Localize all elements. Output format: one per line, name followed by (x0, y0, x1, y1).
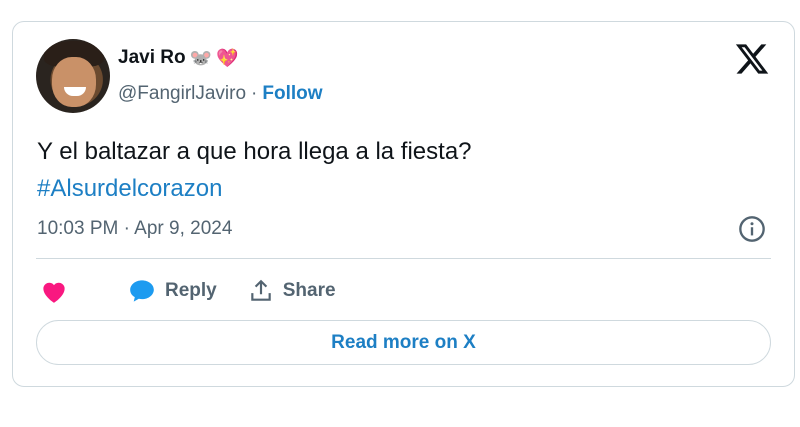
divider (36, 258, 771, 259)
follow-button[interactable]: Follow (262, 83, 322, 105)
tweet-card: Javi Ro 🐭 💖 @FangirlJaviro · Follow Y el… (12, 21, 795, 387)
like-button[interactable] (39, 278, 77, 304)
tweet-text: Y el baltazar a que hora llega a la fies… (37, 133, 472, 207)
action-bar: Reply Share (39, 278, 366, 304)
hashtag-link[interactable]: #Alsurdelcorazon (37, 170, 472, 207)
share-label: Share (282, 280, 336, 301)
avatar-face (52, 57, 96, 107)
reply-button[interactable]: Reply (127, 278, 217, 304)
author-name-row[interactable]: Javi Ro 🐭 💖 (118, 47, 238, 69)
reply-bubble-icon (130, 280, 154, 302)
tweet-timestamp[interactable]: 10:03 PM · Apr 9, 2024 (37, 218, 232, 240)
avatar[interactable] (36, 39, 110, 113)
read-more-button[interactable]: Read more on X (36, 320, 771, 365)
share-icon (251, 279, 271, 301)
mouse-emoji-icon: 🐭 (189, 48, 213, 68)
reply-label: Reply (165, 280, 217, 301)
author-handle[interactable]: @FangirlJaviro (118, 83, 246, 105)
separator-dot: · (251, 83, 258, 104)
x-logo-icon[interactable] (734, 41, 770, 77)
handle-row: @FangirlJaviro · Follow (118, 83, 323, 105)
share-button[interactable]: Share (247, 278, 336, 304)
heart-icon (43, 282, 65, 303)
info-icon[interactable] (738, 215, 766, 243)
heart-emoji-icon: 💖 (216, 48, 239, 68)
author-name[interactable]: Javi Ro (118, 47, 186, 69)
tweet-body: Y el baltazar a que hora llega a la fies… (37, 138, 472, 165)
